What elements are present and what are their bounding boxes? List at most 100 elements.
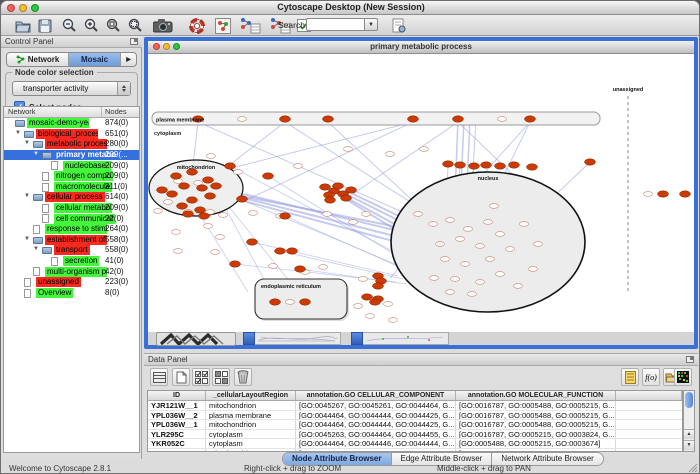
- node-label-oval[interactable]: [436, 242, 445, 247]
- table-cell[interactable]: mitochondrion: [206, 401, 296, 410]
- attribute-table-icon[interactable]: [150, 368, 168, 386]
- network-node[interactable]: [300, 299, 311, 305]
- node-label-oval[interactable]: [354, 304, 363, 309]
- zoom-out-icon[interactable]: [59, 16, 78, 35]
- network-node[interactable]: [237, 196, 248, 202]
- node-label-oval[interactable]: [446, 290, 455, 295]
- table-cell[interactable]: [GO:0016787, GO:0005215, GO:0003824, G..…: [456, 430, 616, 439]
- snapshot-camera-icon[interactable]: [151, 16, 175, 35]
- network-node[interactable]: [453, 116, 464, 122]
- table-cell[interactable]: [GO:0045263, GO:0044464, GO:0044455, G..…: [296, 430, 456, 439]
- tree-row-nitrogen-compo[interactable]: nitrogen compo209(0): [4, 171, 139, 182]
- column-header[interactable]: annotation.GO CELLULAR_COMPONENT: [296, 391, 456, 400]
- tree-expand-icon[interactable]: ▼: [33, 246, 39, 252]
- node-label-oval[interactable]: [294, 164, 303, 169]
- table-row[interactable]: YPL036W__1mitochondrion[GO:0044464, GO:0…: [148, 420, 682, 430]
- network-node[interactable]: [171, 173, 182, 179]
- node-label-oval[interactable]: [529, 267, 538, 272]
- network-node[interactable]: [680, 191, 691, 197]
- node-label-oval[interactable]: [644, 192, 653, 197]
- network-node[interactable]: [263, 173, 274, 179]
- table-cell[interactable]: [GO:0044464, GO:0044446, GO:0044444, G..…: [296, 439, 456, 448]
- tree-row-establishment-of-lo[interactable]: ▼establishment of lo558(0): [4, 235, 139, 246]
- node-label-oval[interactable]: [286, 300, 295, 305]
- resize-grip[interactable]: [688, 463, 698, 473]
- float-panel-icon[interactable]: [686, 356, 694, 363]
- node-label-oval[interactable]: [476, 280, 485, 285]
- table-cell[interactable]: [GO:0044464, GO:0044444, GO:0044425, G..…: [296, 411, 456, 420]
- node-label-oval[interactable]: [234, 170, 243, 175]
- network-overview-icon[interactable]: [213, 16, 232, 35]
- tree-row-mosaic-demo-yeast[interactable]: mosaic-demo-yeast874(0): [4, 118, 139, 129]
- delete-attribute-trash-icon[interactable]: [234, 368, 252, 386]
- node-label-oval[interactable]: [520, 222, 529, 227]
- network-node[interactable]: [230, 261, 241, 267]
- table-cell[interactable]: YKR052C: [148, 439, 206, 448]
- table-row[interactable]: YJR121W__1mitochondrion[GO:0045267, GO:0…: [148, 401, 682, 411]
- node-label-oval[interactable]: [430, 276, 439, 281]
- unselect-attributes-icon[interactable]: [212, 368, 230, 386]
- float-panel-icon[interactable]: [130, 38, 138, 45]
- network-node[interactable]: [408, 116, 419, 122]
- table-cell[interactable]: [616, 430, 682, 439]
- node-label-oval[interactable]: [319, 265, 328, 270]
- network-node[interactable]: [525, 116, 536, 122]
- network-node[interactable]: [195, 207, 206, 213]
- network-node[interactable]: [658, 191, 669, 197]
- node-label-oval[interactable]: [496, 272, 505, 277]
- network-node[interactable]: [275, 248, 286, 254]
- table-cell[interactable]: [616, 439, 682, 448]
- table-row[interactable]: YKR052Ccytoplasm[GO:0044464, GO:0044446,…: [148, 439, 682, 449]
- table-cell[interactable]: YPL036W__2: [148, 411, 206, 420]
- tree-row-cellular-metabo[interactable]: cellular metabo209(0): [4, 203, 139, 214]
- tree-row-metabolic-process[interactable]: ▼metabolic process280(0): [4, 139, 139, 150]
- vizmapper-nodes-icon[interactable]: [237, 16, 263, 35]
- table-cell[interactable]: [616, 449, 682, 452]
- node-label-oval[interactable]: [534, 242, 543, 247]
- network-edge[interactable]: [232, 122, 413, 168]
- node-label-oval[interactable]: [506, 247, 515, 252]
- network-node[interactable]: [455, 162, 466, 168]
- network-node[interactable]: [287, 248, 298, 254]
- network-node[interactable]: [495, 163, 506, 169]
- table-cell[interactable]: [616, 401, 682, 410]
- view-zoom-button[interactable]: [173, 43, 180, 50]
- node-label-oval[interactable]: [164, 200, 173, 205]
- tree-expand-icon[interactable]: ▼: [24, 193, 30, 199]
- tree-row-multi-organism-pro[interactable]: multi-organism pro42(0): [4, 266, 139, 277]
- scrollbar-thumb[interactable]: [685, 392, 693, 408]
- network-node[interactable]: [187, 197, 198, 203]
- attribute-list-icon[interactable]: [621, 368, 639, 386]
- network-node[interactable]: [211, 183, 222, 189]
- table-cell[interactable]: YDR039C__1: [148, 449, 206, 452]
- node-label-oval[interactable]: [216, 235, 225, 240]
- network-node[interactable]: [199, 213, 210, 219]
- node-label-oval[interactable]: [441, 257, 450, 262]
- network-node[interactable]: [280, 213, 291, 219]
- network-view-titlebar[interactable]: primary metabolic process: [148, 41, 694, 54]
- nucleus-region[interactable]: [391, 172, 585, 312]
- network-node[interactable]: [177, 203, 188, 209]
- network-node[interactable]: [197, 185, 208, 191]
- node-label-oval[interactable]: [456, 237, 465, 242]
- zoom-in-icon[interactable]: [81, 16, 100, 35]
- table-cell[interactable]: [GO:0016787, GO:0005488, GO:0005215, G..…: [456, 420, 616, 429]
- node-label-oval[interactable]: [362, 212, 371, 217]
- network-node[interactable]: [167, 191, 178, 197]
- node-label-oval[interactable]: [498, 117, 507, 122]
- network-node[interactable]: [157, 187, 168, 193]
- network-node[interactable]: [320, 184, 331, 190]
- network-node[interactable]: [333, 183, 344, 189]
- tree-row-macromolecule[interactable]: macromolecule311(0): [4, 182, 139, 193]
- view-minimize-button[interactable]: [163, 43, 170, 50]
- node-label-oval[interactable]: [468, 292, 477, 297]
- tree-expand-icon[interactable]: ▼: [33, 151, 39, 157]
- network-node[interactable]: [585, 159, 596, 165]
- network-node[interactable]: [469, 163, 480, 169]
- node-label-oval[interactable]: [211, 250, 220, 255]
- network-node[interactable]: [270, 299, 281, 305]
- view-close-button[interactable]: [153, 43, 160, 50]
- network-edge[interactable]: [252, 242, 398, 276]
- tree-row-unassigned[interactable]: unassigned223(0): [4, 277, 139, 288]
- tree-row-cell-communicat[interactable]: cell communicat22(0): [4, 213, 139, 224]
